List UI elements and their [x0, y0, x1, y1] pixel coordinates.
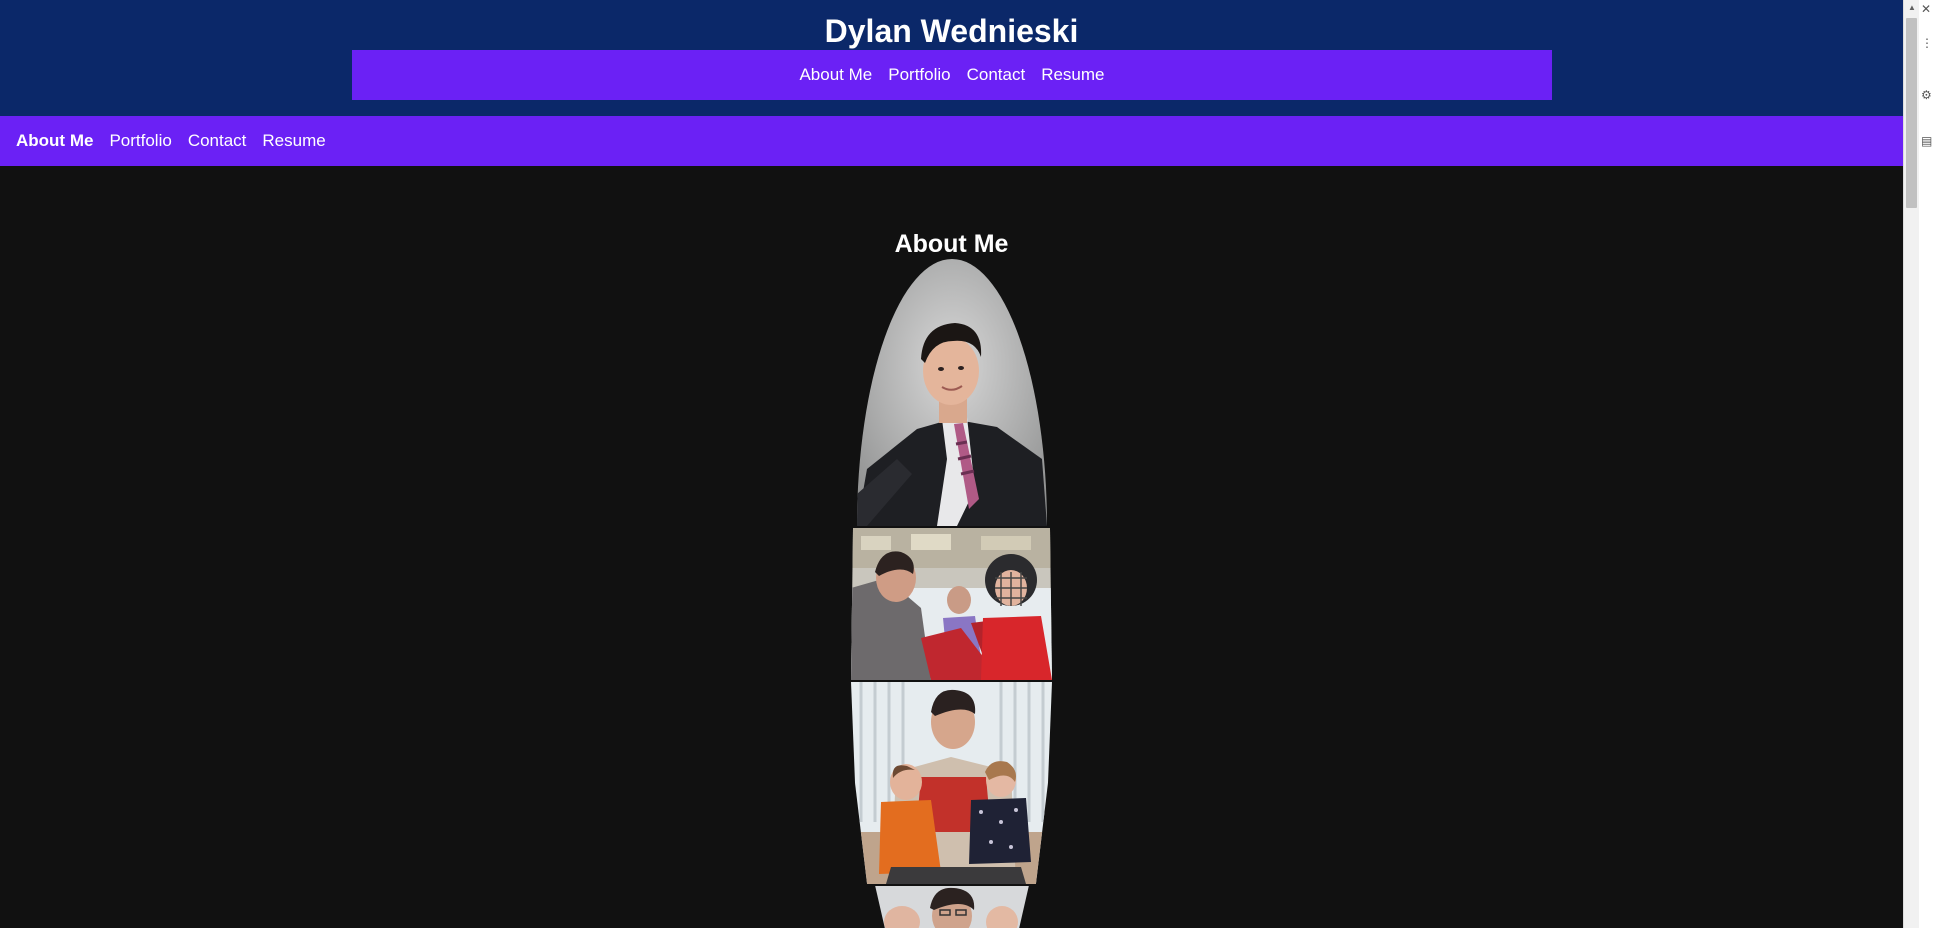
- header-nav-contact[interactable]: Contact: [967, 65, 1026, 85]
- section-nav-contact[interactable]: Contact: [188, 131, 247, 151]
- page-scrollbar[interactable]: ▲: [1903, 0, 1919, 928]
- header-nav-resume[interactable]: Resume: [1041, 65, 1104, 85]
- hockey-rink-photo: [851, 528, 1052, 680]
- header-nav: About Me Portfolio Contact Resume: [352, 50, 1552, 100]
- scroll-thumb[interactable]: [1906, 18, 1917, 208]
- scroll-up-arrow-icon[interactable]: ▲: [1904, 0, 1920, 16]
- header-nav-about-me[interactable]: About Me: [799, 65, 872, 85]
- panel-icon[interactable]: ▤: [1921, 134, 1932, 148]
- close-icon[interactable]: ✕: [1921, 2, 1931, 16]
- settings-icon[interactable]: ⚙: [1921, 88, 1932, 102]
- section-nav-resume[interactable]: Resume: [262, 131, 325, 151]
- section-nav-portfolio[interactable]: Portfolio: [109, 131, 171, 151]
- section-nav: About Me Portfolio Contact Resume: [0, 116, 1903, 166]
- site-header: Dylan Wednieski About Me Portfolio Conta…: [0, 0, 1903, 116]
- browser-viewport: Dylan Wednieski About Me Portfolio Conta…: [0, 0, 1937, 928]
- site-title: Dylan Wednieski: [824, 13, 1079, 49]
- ellipsis-icon[interactable]: ⋮: [1921, 36, 1933, 50]
- page-content: Dylan Wednieski About Me Portfolio Conta…: [0, 0, 1903, 928]
- about-heading: About Me: [894, 230, 1009, 258]
- section-nav-about-me[interactable]: About Me: [16, 131, 93, 151]
- family-photo: [851, 682, 1052, 884]
- portrait-photo: [857, 259, 1047, 526]
- browser-side-panel: ✕ ⋮ ⚙ ▤: [1919, 0, 1937, 928]
- partial-photo: [875, 886, 1029, 928]
- header-nav-portfolio[interactable]: Portfolio: [888, 65, 950, 85]
